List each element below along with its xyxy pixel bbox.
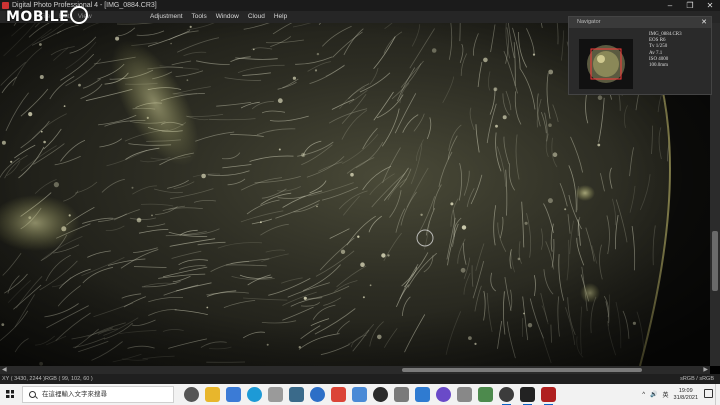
navigator-info: IMG_0884.CR3 EOS R6 Tv 1/250 Av 7.1 ISO …	[649, 32, 682, 69]
show-desktop-button[interactable]	[715, 384, 720, 405]
scroll-right-icon[interactable]: ▶	[703, 366, 708, 374]
taskbar: 在這裡輸入文字來搜尋 ^ 🔊 英 19:09 31/8/2021	[0, 384, 720, 405]
disk-icon[interactable]	[457, 387, 472, 402]
chrome-icon[interactable]	[331, 387, 346, 402]
eos-utility-icon[interactable]	[541, 387, 556, 405]
media-icon[interactable]	[436, 387, 451, 402]
search-icon	[29, 391, 36, 398]
dpp-icon[interactable]	[520, 387, 535, 405]
photos-icon[interactable]	[268, 387, 283, 402]
task-view-icon[interactable]	[184, 387, 199, 402]
search-placeholder: 在這裡輸入文字來搜尋	[42, 391, 107, 398]
maximize-button[interactable]: ❐	[680, 0, 700, 11]
navigator-header: Navigator ✕	[569, 17, 711, 28]
mail-icon[interactable]	[310, 387, 325, 402]
store-icon[interactable]	[226, 387, 241, 402]
menu-cloud[interactable]: Cloud	[248, 11, 265, 23]
color-space: sRGB / sRGB	[680, 376, 714, 382]
menu-help[interactable]: Help	[274, 11, 287, 23]
navigator-close-icon[interactable]: ✕	[701, 17, 707, 28]
status-bar: XY ( 3430, 2244 )RGB ( 99, 102, 60 ) sRG…	[0, 374, 720, 384]
image-viewer-icon[interactable]	[415, 387, 430, 402]
terminal-icon[interactable]	[373, 387, 388, 402]
taskbar-apps	[184, 387, 556, 405]
horizontal-scrollbar[interactable]: ◀ ▶	[0, 366, 710, 374]
menu-tools[interactable]: Tools	[192, 11, 207, 23]
input-language[interactable]: 英	[663, 390, 669, 399]
info-focal-length: 100.0mm	[649, 63, 669, 69]
pixel-readout: XY ( 3430, 2244 )RGB ( 99, 102, 60 )	[2, 376, 93, 382]
menu-window[interactable]: Window	[216, 11, 239, 23]
network-icon[interactable]	[499, 387, 514, 405]
minimize-button[interactable]: –	[660, 0, 680, 11]
script-icon[interactable]	[394, 387, 409, 402]
mobile01-watermark: MOBILE	[6, 6, 89, 25]
taskbar-search[interactable]: 在這裡輸入文字來搜尋	[22, 386, 174, 403]
window-controls: – ❐ ✕	[660, 0, 720, 11]
edge-icon[interactable]	[247, 387, 262, 402]
monitor-icon[interactable]	[478, 387, 493, 402]
system-tray: ^ 🔊 英 19:09 31/8/2021	[642, 384, 698, 405]
start-button[interactable]	[0, 384, 20, 405]
close-button[interactable]: ✕	[700, 0, 720, 11]
clock-date: 31/8/2021	[673, 394, 698, 401]
volume-icon[interactable]: 🔊	[650, 391, 657, 398]
scroll-left-icon[interactable]: ◀	[2, 366, 7, 374]
file-explorer-icon[interactable]	[205, 387, 220, 402]
title-bar: Digital Photo Professional 4 - [IMG_0884…	[0, 0, 720, 11]
tray-chevron-icon[interactable]: ^	[642, 392, 645, 398]
camera-app-icon[interactable]	[289, 387, 304, 402]
navigator-thumbnail[interactable]	[579, 39, 633, 89]
brush-icon[interactable]	[352, 387, 367, 402]
menu-adjustment[interactable]: Adjustment	[150, 11, 183, 23]
navigator-title: Navigator	[577, 19, 601, 25]
clock[interactable]: 19:09 31/8/2021	[674, 388, 698, 402]
horizontal-scroll-thumb[interactable]	[402, 368, 642, 372]
navigator-panel: Navigator ✕ IMG_0884.CR3 EOS R6 Tv 1/250…	[568, 16, 712, 95]
clock-time: 19:09	[678, 387, 693, 394]
windows-icon	[6, 390, 14, 398]
notification-icon[interactable]	[704, 389, 713, 398]
vertical-scroll-thumb[interactable]	[712, 231, 718, 291]
